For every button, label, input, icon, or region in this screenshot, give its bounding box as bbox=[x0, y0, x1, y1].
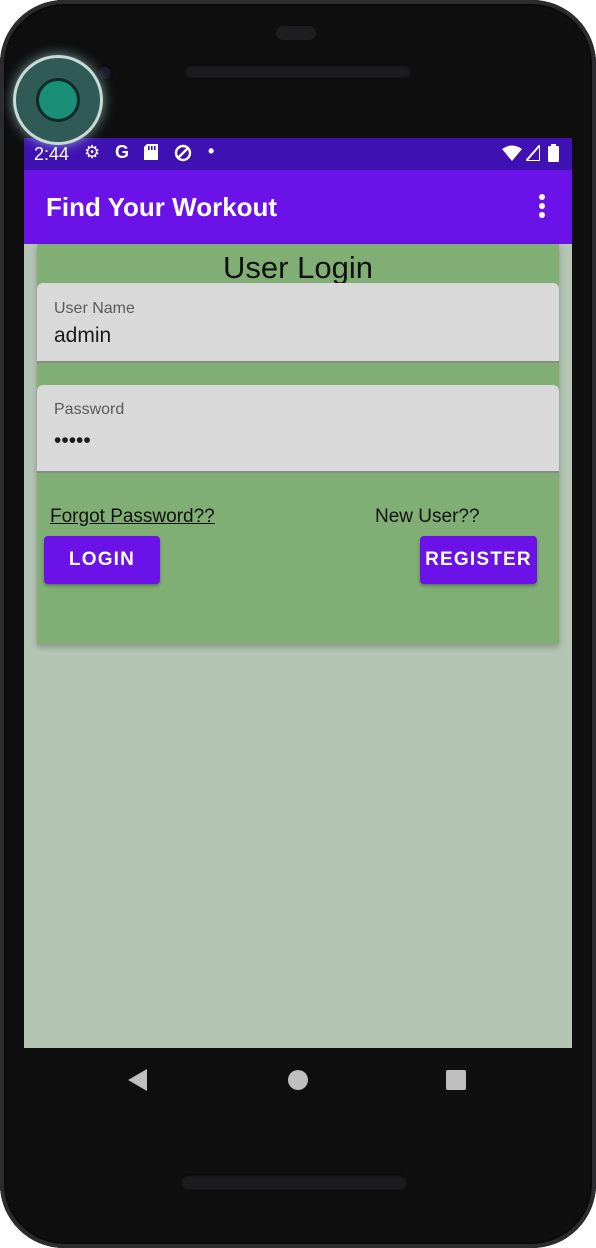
password-label: Password bbox=[54, 401, 125, 418]
back-triangle-icon[interactable] bbox=[128, 1069, 147, 1091]
register-button[interactable]: REGISTER bbox=[420, 536, 537, 584]
login-button[interactable]: LOGIN bbox=[44, 536, 160, 584]
login-card: User Login User Name admin Password ••••… bbox=[37, 244, 559, 644]
navigation-bar bbox=[24, 1048, 572, 1112]
status-bar: 2:44 ⚙ G • bbox=[24, 138, 572, 170]
earpiece-speaker bbox=[184, 64, 412, 78]
phone-frame: 2:44 ⚙ G • Find Your Workout User Login … bbox=[0, 0, 596, 1248]
device-screen: 2:44 ⚙ G • Find Your Workout User Login … bbox=[24, 138, 572, 1048]
password-field[interactable]: Password ••••• bbox=[37, 385, 559, 473]
battery-icon bbox=[548, 144, 559, 167]
bottom-speaker bbox=[180, 1174, 408, 1190]
settings-icon: ⚙ bbox=[84, 142, 101, 162]
home-circle-icon[interactable] bbox=[288, 1070, 308, 1090]
google-icon: G bbox=[115, 142, 130, 162]
username-value: admin bbox=[54, 324, 112, 347]
app-title: Find Your Workout bbox=[46, 192, 278, 222]
login-title: User Login bbox=[223, 250, 373, 285]
password-value: ••••• bbox=[54, 429, 91, 452]
username-field[interactable]: User Name admin bbox=[37, 283, 559, 363]
cell-signal-icon bbox=[523, 142, 541, 166]
forgot-password-link[interactable]: Forgot Password?? bbox=[50, 506, 215, 528]
wifi-icon bbox=[502, 145, 522, 166]
floating-assist-button[interactable] bbox=[16, 58, 100, 142]
assist-button-core bbox=[36, 78, 80, 122]
sd-card-icon bbox=[144, 144, 158, 165]
app-bar: Find Your Workout bbox=[24, 170, 572, 244]
front-camera bbox=[96, 64, 114, 82]
more-vert-icon[interactable] bbox=[534, 194, 550, 224]
new-user-text: New User?? bbox=[375, 506, 480, 527]
status-time: 2:44 bbox=[34, 144, 70, 164]
recents-square-icon[interactable] bbox=[446, 1070, 466, 1090]
notification-dot-icon: • bbox=[208, 141, 215, 161]
username-label: User Name bbox=[54, 300, 135, 317]
data-saver-icon bbox=[174, 144, 192, 167]
top-sensor bbox=[276, 26, 316, 40]
